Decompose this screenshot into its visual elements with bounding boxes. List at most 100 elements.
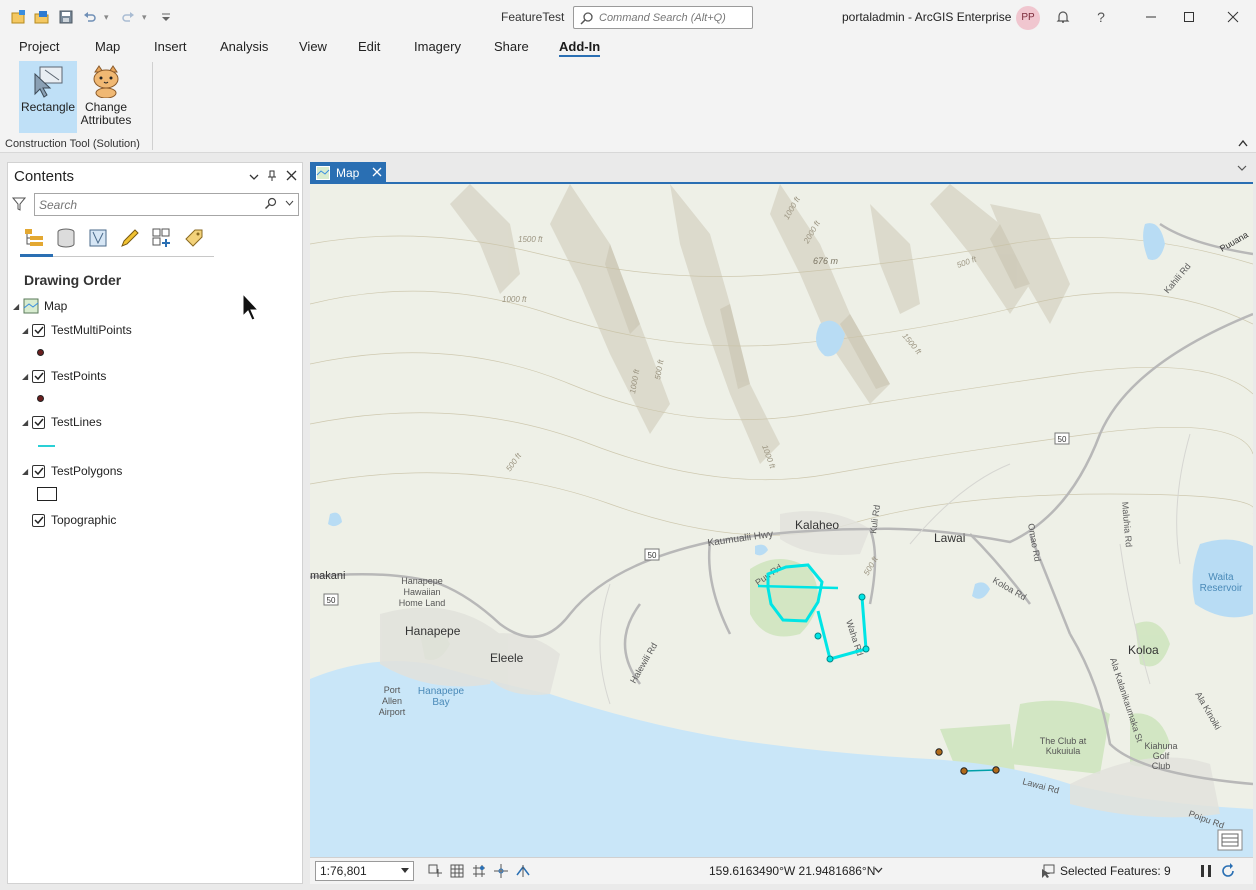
- window-title: FeatureTest: [501, 10, 565, 24]
- place-label: Hanapepe: [405, 624, 461, 638]
- redo-icon[interactable]: [118, 8, 138, 26]
- test-line-feature[interactable]: [963, 769, 997, 772]
- filter-icon[interactable]: [12, 196, 26, 212]
- contour-label: 676 m: [813, 256, 839, 266]
- customize-toolbar-icon[interactable]: [156, 8, 176, 26]
- change-attributes-label-2: Attributes: [80, 113, 132, 127]
- layer-visibility-checkbox[interactable]: [32, 323, 45, 337]
- layer-visibility-checkbox[interactable]: [32, 513, 45, 527]
- place-label: Club: [1152, 761, 1171, 771]
- list-by-data-source-icon[interactable]: [54, 226, 78, 250]
- close-pane-icon[interactable]: [286, 170, 297, 184]
- tab-imagery[interactable]: Imagery: [414, 39, 461, 54]
- tab-insert[interactable]: Insert: [154, 39, 187, 54]
- ribbon-group-label: Construction Tool (Solution): [5, 138, 140, 150]
- contents-search-input[interactable]: [39, 195, 259, 214]
- close-window-icon[interactable]: [1224, 8, 1242, 26]
- pin-pane-icon[interactable]: [267, 170, 277, 185]
- contents-search-field[interactable]: [34, 193, 299, 216]
- undo-dropdown-icon[interactable]: ▾: [104, 12, 114, 23]
- open-project-icon[interactable]: [32, 8, 52, 26]
- correction-icon[interactable]: [515, 863, 531, 879]
- layer-visibility-checkbox[interactable]: [32, 464, 45, 478]
- notifications-bell-icon[interactable]: [1054, 8, 1072, 26]
- place-label: Koloa: [1128, 643, 1159, 657]
- scale-selector[interactable]: 1:76,801: [315, 861, 414, 881]
- place-label: Hawaiian: [403, 587, 440, 597]
- list-by-selection-icon[interactable]: [86, 226, 110, 250]
- command-search-input[interactable]: Command Search (Alt+Q): [573, 6, 753, 29]
- tab-share[interactable]: Share: [494, 39, 529, 54]
- place-label: Waita: [1208, 572, 1234, 583]
- place-label: Port: [384, 685, 401, 695]
- rectangle-tool-button[interactable]: Rectangle: [19, 61, 77, 133]
- title-bar: ▾ ▾ FeatureTest Command Search (Alt+Q) p…: [0, 0, 1256, 34]
- avatar[interactable]: PP: [1016, 6, 1040, 30]
- close-tab-icon[interactable]: [372, 165, 382, 180]
- pane-options-chevron-icon[interactable]: [249, 170, 259, 184]
- portal-signin-label[interactable]: portaladmin - ArcGIS Enterprise: [842, 10, 1011, 24]
- route-shield-label: 50: [327, 596, 336, 605]
- contour-label: 1000 ft: [502, 295, 527, 304]
- collapse-triangle-icon[interactable]: ◢: [22, 467, 32, 476]
- map-view-tab-bar: Map: [310, 160, 1253, 184]
- view-list-chevron-icon[interactable]: [1237, 164, 1247, 175]
- selected-features-count[interactable]: Selected Features: 9: [1060, 864, 1171, 878]
- layer-visibility-checkbox[interactable]: [32, 415, 45, 429]
- list-by-snapping-icon[interactable]: [150, 226, 174, 250]
- change-attributes-button[interactable]: Change Attributes: [77, 61, 135, 133]
- polygon-symbol-swatch[interactable]: [37, 487, 57, 501]
- new-project-icon[interactable]: [8, 8, 28, 26]
- refresh-icon[interactable]: [1220, 863, 1236, 879]
- map-status-bar: 1:76,801 159.6163490°W 21.9481686°N Sele…: [310, 857, 1253, 884]
- layer-row-testpoints[interactable]: ◢ TestPoints: [22, 367, 106, 385]
- tab-project[interactable]: Project: [19, 39, 59, 54]
- pause-drawing-icon[interactable]: [1198, 863, 1214, 879]
- list-by-labeling-icon[interactable]: [182, 226, 206, 250]
- toc-map-row[interactable]: ◢ Map: [13, 297, 67, 315]
- list-by-editing-icon[interactable]: [118, 226, 142, 250]
- tab-edit[interactable]: Edit: [358, 39, 380, 54]
- layer-row-testpolygons[interactable]: ◢ TestPolygons: [22, 462, 122, 480]
- line-symbol-swatch[interactable]: [38, 445, 55, 447]
- place-label: Kalaheo: [795, 518, 839, 532]
- collapse-triangle-icon[interactable]: ◢: [22, 326, 32, 335]
- point-symbol-swatch[interactable]: [37, 395, 44, 402]
- collapse-triangle-icon[interactable]: ◢: [22, 418, 32, 427]
- layer-row-testmultipoints[interactable]: ◢ TestMultiPoints: [22, 321, 132, 339]
- map-view-tab[interactable]: Map: [310, 162, 386, 184]
- layer-visibility-checkbox[interactable]: [32, 369, 45, 383]
- minimize-icon[interactable]: [1142, 8, 1160, 26]
- tab-map[interactable]: Map: [95, 39, 120, 54]
- save-project-icon[interactable]: [56, 8, 76, 26]
- map-canvas[interactable]: 1500 ft 2000 ft 1000 ft 676 m 1000 ft 15…: [310, 184, 1253, 857]
- redo-dropdown-icon[interactable]: ▾: [142, 12, 152, 23]
- search-options-chevron-icon[interactable]: [285, 198, 294, 208]
- snapping-icon[interactable]: [471, 863, 487, 879]
- layer-row-testlines[interactable]: ◢ TestLines: [22, 413, 102, 431]
- help-icon[interactable]: ?: [1092, 8, 1110, 26]
- constraints-icon[interactable]: [493, 863, 509, 879]
- select-features-icon[interactable]: [1040, 863, 1056, 879]
- point-symbol-swatch[interactable]: [37, 349, 44, 356]
- layer-name: TestPolygons: [51, 464, 123, 478]
- coordinate-format-dropdown-icon[interactable]: [874, 865, 883, 875]
- rectangle-select-icon: [34, 66, 63, 98]
- list-by-drawing-order-icon[interactable]: [20, 226, 53, 257]
- tab-analysis[interactable]: Analysis: [220, 39, 268, 54]
- grid-icon[interactable]: [449, 863, 465, 879]
- collapse-triangle-icon[interactable]: ◢: [13, 302, 23, 311]
- tab-view[interactable]: View: [299, 39, 327, 54]
- collapse-triangle-icon[interactable]: ◢: [22, 372, 32, 381]
- tab-add-in[interactable]: Add-In: [559, 39, 601, 57]
- layer-name: Topographic: [51, 513, 117, 527]
- collapse-ribbon-icon[interactable]: [1238, 138, 1248, 150]
- scale-dropdown-icon[interactable]: [401, 866, 409, 875]
- layer-row-topographic[interactable]: Topographic: [32, 511, 116, 529]
- maximize-icon[interactable]: [1180, 8, 1198, 26]
- map-overview-widget-icon[interactable]: [1217, 829, 1243, 851]
- undo-icon[interactable]: [80, 8, 100, 26]
- layer-name: TestLines: [51, 415, 102, 429]
- map-units-icon[interactable]: [427, 863, 443, 879]
- route-shield-label: 50: [648, 551, 657, 560]
